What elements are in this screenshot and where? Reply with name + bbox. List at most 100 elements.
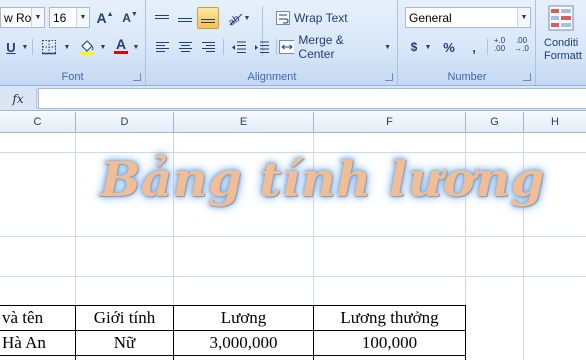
number-format-box[interactable]: General ▼ [405, 7, 531, 28]
font-color-dropdown-icon[interactable]: ▼ [131, 36, 141, 58]
row-2-gender-cell[interactable] [75, 355, 174, 360]
currency-dropdown-icon[interactable]: ▼ [423, 36, 433, 58]
fill-color-dropdown-icon[interactable]: ▼ [98, 36, 108, 58]
font-size-box[interactable]: 16 ▼ [49, 7, 90, 28]
underline-label: U [6, 39, 16, 55]
currency-label: $ [410, 40, 418, 54]
currency-button[interactable]: $ [405, 36, 423, 58]
row-2-salary-cell[interactable] [173, 355, 314, 360]
alignment-group: ab ▼ Wrap Text Merge & Center ▼ Alignmen… [147, 0, 398, 85]
column-label: D [120, 116, 129, 128]
font-name-box[interactable]: w Rom ▼ [0, 7, 45, 28]
conditional-formatting-icon [548, 5, 574, 31]
font-dialog-launcher[interactable] [133, 73, 141, 81]
row-1-salary-cell[interactable]: 3,000,000 [173, 330, 314, 356]
header-bonus-cell[interactable]: Lương thưởng [313, 305, 466, 331]
orientation-dropdown-icon: ▼ [243, 14, 251, 22]
decrease-decimal-label: .00 →.0 [514, 36, 529, 53]
header-bonus: Lương thưởng [340, 308, 439, 327]
insert-function-button[interactable]: fx [0, 88, 37, 109]
column-label: E [239, 116, 248, 128]
align-right-button[interactable] [197, 36, 219, 58]
fill-color-button[interactable] [75, 36, 99, 58]
percent-button[interactable]: % [437, 36, 461, 58]
separator [487, 39, 488, 55]
row-1-bonus-cell[interactable]: 100,000 [313, 330, 466, 356]
header-gender-cell[interactable]: Giới tính [75, 305, 174, 331]
font-color-swatch [114, 50, 128, 54]
sheet-title: Bảng tính lương [100, 152, 545, 208]
align-center-icon [178, 42, 192, 52]
conditional-formatting-button[interactable]: Conditi Formatt [543, 4, 586, 70]
row-2-name-cell[interactable] [0, 355, 76, 360]
comma-button[interactable]: , [463, 36, 485, 58]
font-color-button[interactable]: A [111, 34, 131, 56]
borders-dropdown-icon[interactable]: ▼ [62, 36, 72, 58]
column-header-h[interactable]: H [524, 112, 586, 133]
grow-font-label: A [96, 10, 107, 26]
middle-align-button[interactable] [174, 7, 196, 29]
row-1-gender-cell[interactable]: Nữ [75, 330, 174, 356]
borders-button[interactable] [36, 36, 62, 58]
increase-indent-icon [254, 41, 269, 53]
number-group: General ▼ $ ▼ % , +.0 .00 .00 →.0 Number [399, 0, 536, 85]
wrap-text-button[interactable]: Wrap Text [275, 7, 355, 29]
underline-dropdown-icon[interactable]: ▼ [20, 36, 30, 58]
header-name: và tên [2, 308, 44, 327]
alignment-dialog-launcher[interactable] [385, 73, 393, 81]
header-salary-cell[interactable]: Lương [173, 305, 314, 331]
top-align-button[interactable] [151, 7, 173, 29]
shrink-font-button[interactable]: A ▼ [119, 7, 141, 29]
row-1-salary: 3,000,000 [209, 333, 278, 352]
svg-text:ab: ab [226, 13, 242, 26]
column-label: F [386, 116, 393, 128]
font-color-label: A [115, 35, 127, 52]
separator [32, 39, 33, 55]
orientation-button[interactable]: ab ▼ [222, 7, 254, 29]
wrap-text-label: Wrap Text [294, 11, 348, 25]
formula-input[interactable] [38, 88, 586, 109]
font-size-dropdown-icon[interactable]: ▼ [76, 8, 89, 27]
top-align-icon [155, 14, 169, 22]
underline-button[interactable]: U [2, 36, 20, 58]
styles-group: Conditi Formatt [537, 0, 586, 85]
decrease-indent-button[interactable] [227, 36, 249, 58]
header-salary: Lương [220, 308, 267, 327]
number-dialog-launcher[interactable] [523, 73, 531, 81]
comma-label: , [472, 39, 476, 55]
decrease-decimal-button[interactable]: .00 →.0 [511, 34, 532, 56]
column-header-g[interactable]: G [466, 112, 524, 133]
alignment-group-label: Alignment [247, 71, 297, 83]
font-name-dropdown-icon[interactable]: ▼ [31, 8, 44, 27]
gridline [0, 236, 586, 237]
bottom-align-button[interactable] [197, 7, 219, 29]
header-name-cell[interactable]: và tên [0, 305, 76, 331]
conditional-formatting-label-2: Formatt [544, 50, 582, 62]
merge-center-button[interactable]: Merge & Center ▼ [278, 33, 392, 61]
increase-indent-button[interactable] [250, 36, 272, 58]
increase-decimal-button[interactable]: +.0 .00 [489, 34, 510, 56]
align-left-button[interactable] [151, 36, 173, 58]
column-header-e[interactable]: E [174, 112, 314, 133]
merge-dropdown-icon: ▼ [384, 43, 391, 51]
column-header-f[interactable]: F [314, 112, 466, 133]
gridline [0, 276, 586, 277]
borders-icon [42, 40, 56, 55]
font-group: w Rom ▼ 16 ▼ A ▲ A ▼ U ▼ ▼ ▼ A ▼ Font [0, 0, 146, 85]
formula-bar: fx [0, 86, 586, 111]
number-format-dropdown-icon[interactable]: ▼ [517, 8, 530, 27]
grow-font-button[interactable]: A ▲ [94, 7, 116, 29]
align-center-button[interactable] [174, 36, 196, 58]
fx-label: fx [12, 91, 24, 106]
column-label: C [33, 116, 42, 128]
row-1-name-cell[interactable]: Hà An [0, 330, 76, 356]
separator [276, 39, 277, 55]
header-gender: Giới tính [93, 308, 156, 327]
column-label: G [490, 116, 499, 128]
row-2-bonus-cell[interactable] [313, 355, 466, 360]
separator [223, 39, 224, 55]
column-header-d[interactable]: D [76, 112, 174, 133]
conditional-formatting-label-1: Conditi [544, 37, 579, 49]
column-header-c[interactable]: C [0, 112, 76, 133]
orientation-icon: ab [226, 13, 242, 26]
